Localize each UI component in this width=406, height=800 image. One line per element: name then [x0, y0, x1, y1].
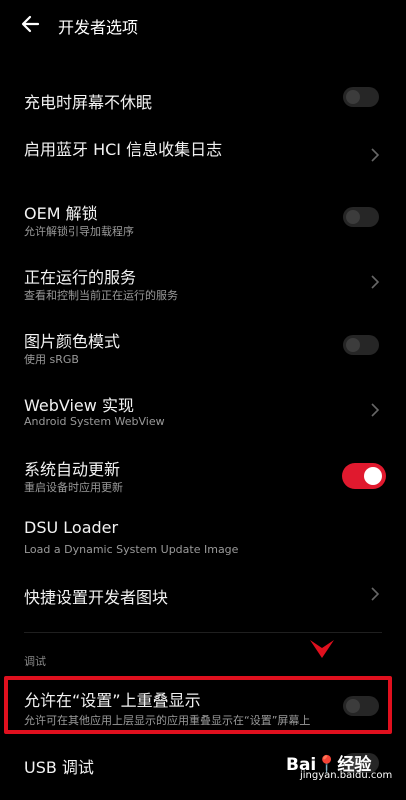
setting-subtitle: 允许解锁引导加载程序	[24, 225, 134, 238]
arrow-left-icon[interactable]	[18, 12, 44, 36]
chevron-right-icon	[371, 148, 380, 162]
setting-row-qs-tiles[interactable]: 快捷设置开发者图块	[0, 576, 406, 616]
toggle-knob	[346, 338, 360, 352]
setting-subtitle: Android System WebView	[24, 415, 165, 428]
setting-subtitle: 查看和控制当前正在运行的服务	[24, 289, 178, 302]
watermark: Bai📍经验 jingyan.baidu.com	[282, 750, 392, 786]
top-app-bar: 开发者选项	[0, 0, 406, 48]
chevron-right-icon	[371, 275, 380, 289]
watermark-url: jingyan.baidu.com	[300, 770, 393, 781]
setting-title: 正在运行的服务	[24, 268, 137, 287]
setting-title: 充电时屏幕不休眠	[24, 93, 153, 112]
setting-title: DSU Loader	[24, 518, 119, 537]
setting-title: 快捷设置开发者图块	[24, 588, 169, 607]
setting-subtitle: Load a Dynamic System Update Image	[24, 543, 239, 556]
down-triangle-icon	[310, 640, 334, 658]
setting-row-running-services[interactable]: 正在运行的服务 查看和控制当前正在运行的服务	[0, 256, 406, 308]
setting-row-auto-update[interactable]: 系统自动更新 重启设备时应用更新	[0, 448, 406, 500]
setting-title: OEM 解锁	[24, 204, 98, 223]
toggle-knob	[346, 90, 360, 104]
setting-row-dsu-loader[interactable]: DSU Loader Load a Dynamic System Update …	[0, 512, 406, 564]
setting-title: 图片颜色模式	[24, 332, 121, 351]
setting-subtitle: 重启设备时应用更新	[24, 481, 123, 494]
chevron-right-icon	[371, 587, 380, 601]
section-header-debug: 调试	[24, 655, 46, 668]
setting-title: 系统自动更新	[24, 460, 121, 479]
setting-row-stay-awake[interactable]: 充电时屏幕不休眠	[0, 78, 406, 122]
setting-subtitle: 使用 sRGB	[24, 353, 79, 366]
setting-title: WebView 实现	[24, 396, 134, 415]
toggle-switch[interactable]	[342, 463, 386, 489]
page-title: 开发者选项	[58, 18, 139, 37]
setting-row-oem-unlock[interactable]: OEM 解锁 允许解锁引导加载程序	[0, 192, 406, 244]
setting-row-bt-hci-log[interactable]: 启用蓝牙 HCI 信息收集日志	[0, 130, 406, 174]
toggle-knob	[346, 210, 360, 224]
setting-title: USB 调试	[24, 758, 94, 777]
chevron-right-icon	[371, 403, 380, 417]
toggle-switch[interactable]	[343, 207, 379, 227]
setting-row-webview[interactable]: WebView 实现 Android System WebView	[0, 384, 406, 436]
toggle-knob	[364, 467, 382, 485]
highlight-box	[4, 676, 392, 734]
setting-row-color-mode[interactable]: 图片颜色模式 使用 sRGB	[0, 320, 406, 372]
setting-title: 启用蓝牙 HCI 信息收集日志	[24, 140, 223, 159]
toggle-switch[interactable]	[343, 87, 379, 107]
toggle-switch[interactable]	[343, 335, 379, 355]
section-divider	[24, 632, 382, 633]
